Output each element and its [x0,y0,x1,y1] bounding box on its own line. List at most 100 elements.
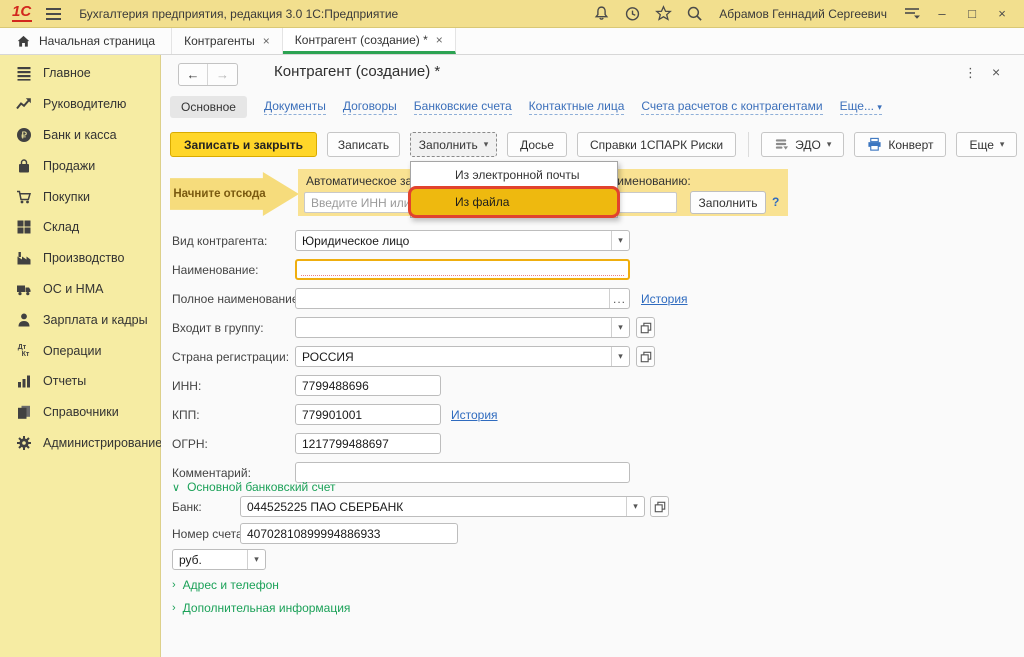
favorites-star-icon[interactable] [655,5,672,22]
ellipsis-picker-button[interactable]: ... [609,289,629,308]
currency-combobox[interactable]: руб. ▾ [172,549,266,570]
tab-bar: Начальная страница Контрагенты × Контраг… [0,28,1024,55]
nav-link-dogovory[interactable]: Договоры [343,99,397,115]
start-here-label: Начните отсюда [173,188,265,200]
chevron-down-icon[interactable]: ▾ [611,231,629,250]
bank-open-button[interactable] [650,496,669,517]
search-icon[interactable] [686,5,703,22]
nav-link-dokumenty[interactable]: Документы [264,99,326,115]
nav-more-link[interactable]: Еще... ▾ [840,99,882,115]
sidebar-item-pokupki[interactable]: Покупки [0,181,160,212]
sidebar-item-operacii[interactable]: Дт Кт Операции [0,335,160,366]
history-icon[interactable] [624,5,641,22]
toolbar-separator [748,132,749,157]
sidebar-item-rukovoditelyu[interactable]: Руководителю [0,89,160,120]
form-nav-row: Основное Документы Договоры Банковские с… [170,94,882,119]
bank-section-toggle[interactable]: ∨ Основной банковский счет [172,480,336,494]
hint-help-link[interactable]: ? [772,195,779,209]
account-input[interactable]: 40702810899994886933 [240,523,458,544]
dt-kt-icon: Дт Кт [15,342,32,359]
sections-sidebar: Главное Руководителю ₽ Банк и касса Прод… [0,55,161,657]
full-name-input[interactable]: ... [295,288,630,309]
sidebar-item-label: Руководителю [43,97,126,111]
inn-input[interactable]: 7799488696 [295,375,441,396]
tab-home[interactable]: Начальная страница [0,28,172,54]
sidebar-item-glavnoe[interactable]: Главное [0,58,160,89]
chevron-down-icon[interactable]: ▾ [611,318,629,337]
edo-documents-icon [774,137,789,152]
chevron-right-icon: › [172,602,176,614]
more-actions-icon[interactable]: ⋮ [964,65,977,81]
comment-input[interactable] [295,462,630,483]
group-open-button[interactable] [636,317,655,338]
sidebar-item-label: ОС и НМА [43,282,103,296]
form-close-icon[interactable]: × [992,64,1000,80]
back-button[interactable]: ← [179,64,208,85]
more-dropdown-button[interactable]: Еще▾ [956,132,1017,157]
tab-kontragent-create[interactable]: Контрагент (создание) * × [283,28,456,54]
chevron-down-icon[interactable]: ▾ [611,347,629,366]
sidebar-item-proizvodstvo[interactable]: Производство [0,243,160,274]
shopping-cart-icon [15,188,32,205]
main-menu-icon[interactable] [46,8,61,20]
menu-item-from-email[interactable]: Из электронной почты [411,162,617,187]
chevron-down-icon[interactable]: ▾ [626,497,644,516]
account-value: 40702810899994886933 [241,527,457,541]
gear-icon [15,434,32,451]
sidebar-item-prodazhi[interactable]: Продажи [0,150,160,181]
full-name-history-link[interactable]: История [641,292,688,306]
address-section-toggle[interactable]: › Адрес и телефон [172,578,279,592]
sidebar-item-sklad[interactable]: Склад [0,212,160,243]
form-toolbar: Записать и закрыть Записать Заполнить▾ Д… [170,132,1024,157]
sidebar-item-otchety[interactable]: Отчеты [0,366,160,397]
sidebar-item-zarplata-kadry[interactable]: Зарплата и кадры [0,304,160,335]
spark-risks-button[interactable]: Справки 1СПАРК Риски [577,132,736,157]
save-button[interactable]: Записать [327,132,400,157]
tab-kontragenty[interactable]: Контрагенты × [172,28,283,54]
group-combobox[interactable]: ▾ [295,317,630,338]
kontragent-form: ← → Контрагент (создание) * ⋮ × Основное… [161,55,1024,657]
envelope-print-button[interactable]: Конверт [854,132,946,157]
tab-close-icon[interactable]: × [263,34,270,48]
kind-combobox[interactable]: Юридическое лицо ▾ [295,230,630,251]
country-combobox[interactable]: РОССИЯ ▾ [295,346,630,367]
sidebar-item-spravochniki[interactable]: Справочники [0,397,160,428]
name-input[interactable] [295,259,630,280]
chevron-down-icon: ∨ [172,481,180,494]
chevron-down-icon[interactable]: ▾ [247,550,265,569]
maximize-button[interactable]: □ [964,6,980,21]
service-settings-icon[interactable] [903,5,920,22]
tab-close-icon[interactable]: × [436,33,443,47]
nav-tab-osnovnoe[interactable]: Основное [170,96,247,118]
fill-dropdown-menu: Из электронной почты Из файла [410,161,618,218]
sidebar-item-os-nma[interactable]: ОС и НМА [0,274,160,305]
person-icon [15,311,32,328]
save-and-close-button[interactable]: Записать и закрыть [170,132,317,157]
chevron-right-icon: › [172,579,176,591]
nav-link-settlement-accounts[interactable]: Счета расчетов с контрагентами [641,99,822,115]
required-field-marker [301,275,624,276]
ogrn-input[interactable]: 1217799488697 [295,433,441,454]
window-close-button[interactable]: × [994,6,1010,21]
menu-item-from-file-highlighted[interactable]: Из файла [408,186,620,218]
fill-dropdown-button[interactable]: Заполнить▾ [410,132,497,157]
notifications-bell-icon[interactable] [593,5,610,22]
kpp-history-link[interactable]: История [451,408,498,422]
additional-info-section-toggle[interactable]: › Дополнительная информация [172,601,350,615]
warehouse-grid-icon [15,219,32,236]
kpp-input[interactable]: 779901001 [295,404,441,425]
bank-combobox[interactable]: 044525225 ПАО СБЕРБАНК ▾ [240,496,645,517]
nav-link-bank-accounts[interactable]: Банковские счета [414,99,512,115]
minimize-button[interactable]: – [934,6,950,21]
dossier-button[interactable]: Досье [507,132,567,157]
currency-value: руб. [173,553,247,567]
sidebar-item-administrirovanie[interactable]: Администрирование [0,428,160,459]
sidebar-item-bank-kassa[interactable]: ₽ Банк и касса [0,120,160,151]
country-open-button[interactable] [636,346,655,367]
fill-button[interactable]: Заполнить [690,191,766,214]
current-user-name[interactable]: Абрамов Геннадий Сергеевич [719,7,887,21]
tab-home-label: Начальная страница [39,34,155,48]
edo-dropdown-button[interactable]: ЭДО▾ [761,132,844,157]
nav-link-contacts[interactable]: Контактные лица [529,99,625,115]
ogrn-value: 1217799488697 [296,437,440,451]
